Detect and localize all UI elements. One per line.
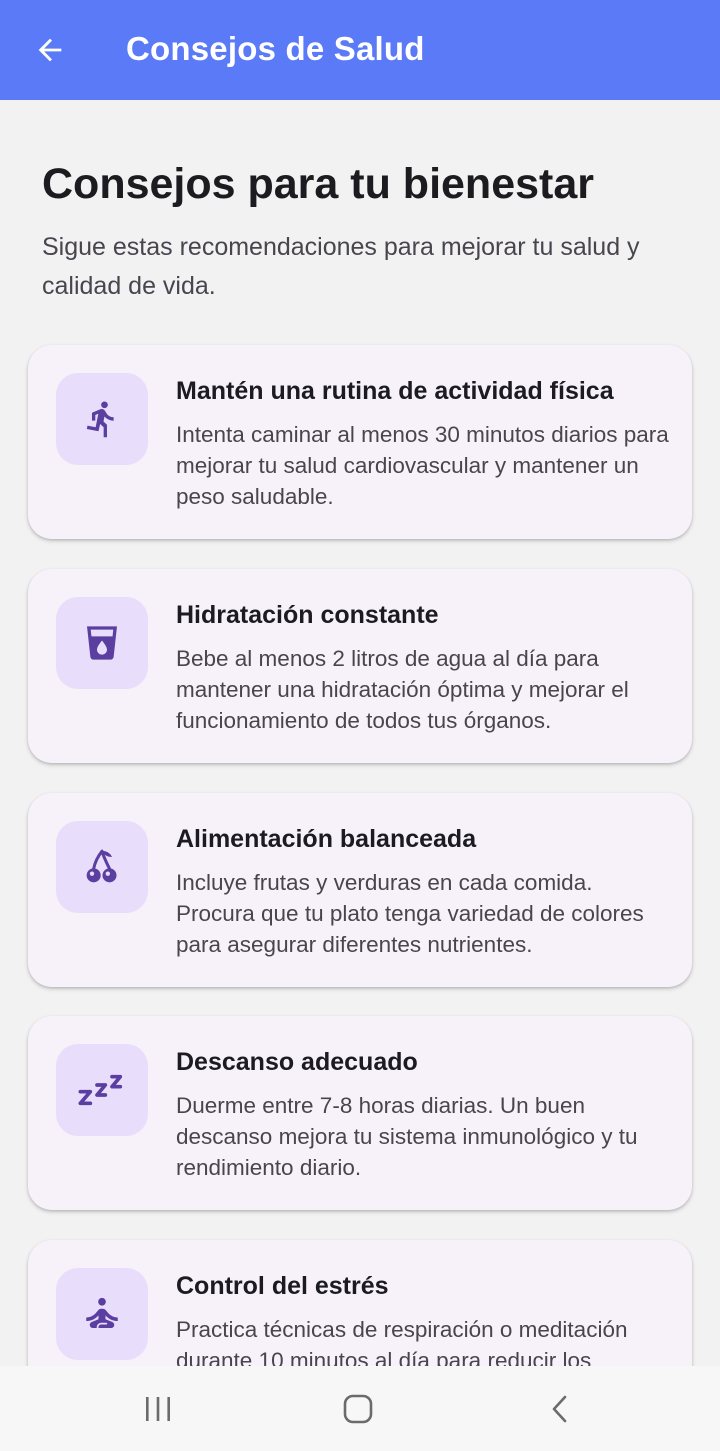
- tip-icon-container: [56, 597, 148, 689]
- meditation-icon: [86, 1297, 118, 1328]
- tips-content[interactable]: Consejos para tu bienestar Sigue estas r…: [0, 100, 720, 1366]
- home-button[interactable]: [328, 1384, 388, 1434]
- recents-icon: [146, 1397, 170, 1421]
- water-glass-icon: [87, 626, 117, 660]
- tip-card-nutrition[interactable]: Alimentación balanceada Incluye frutas y…: [28, 793, 692, 987]
- sleep-zzz-icon: [78, 1074, 123, 1106]
- tip-card-rest[interactable]: Descanso adecuado Duerme entre 7-8 horas…: [28, 1016, 692, 1210]
- tip-title: Alimentación balanceada: [176, 825, 477, 853]
- tip-card-activity[interactable]: Mantén una rutina de actividad física In…: [28, 345, 692, 539]
- recents-button[interactable]: [128, 1384, 188, 1434]
- nav-back-icon: [552, 1395, 567, 1423]
- tip-description: Duerme entre 7-8 horas diarias. Un buen …: [176, 1093, 638, 1180]
- tip-title: Descanso adecuado: [176, 1048, 418, 1076]
- app-bar: Consejos de Salud: [0, 0, 720, 100]
- home-icon: [343, 1394, 373, 1424]
- cherry-icon: [86, 849, 117, 883]
- back-button[interactable]: [28, 28, 72, 72]
- nav-back-button[interactable]: [530, 1384, 590, 1434]
- running-person-icon: [86, 401, 114, 438]
- arrow-left-icon: [38, 38, 62, 62]
- tip-description: Incluye frutas y verduras en cada comida…: [176, 870, 644, 957]
- tip-card-stress[interactable]: Control del estrés Practica técnicas de …: [28, 1240, 692, 1366]
- tip-icon-container: [56, 821, 148, 913]
- tip-title: Hidratación constante: [176, 601, 439, 629]
- tip-description: Practica técnicas de respiración o medit…: [176, 1317, 628, 1366]
- tip-icon-container: [56, 1044, 148, 1136]
- tip-title: Control del estrés: [176, 1272, 389, 1300]
- tip-card-hydration[interactable]: Hidratación constante Bebe al menos 2 li…: [28, 569, 692, 763]
- tip-description: Intenta caminar al menos 30 minutos diar…: [176, 422, 669, 509]
- tip-icon-container: [56, 373, 148, 465]
- page-title: Consejos para tu bienestar: [42, 160, 594, 208]
- tip-description: Bebe al menos 2 litros de agua al día pa…: [176, 646, 629, 733]
- tip-icon-container: [56, 1268, 148, 1360]
- app-bar-title: Consejos de Salud: [126, 30, 425, 67]
- page-subtitle: Sigue estas recomendaciones para mejorar…: [42, 233, 640, 300]
- system-nav-bar: [0, 1366, 720, 1451]
- tip-title: Mantén una rutina de actividad física: [176, 377, 614, 405]
